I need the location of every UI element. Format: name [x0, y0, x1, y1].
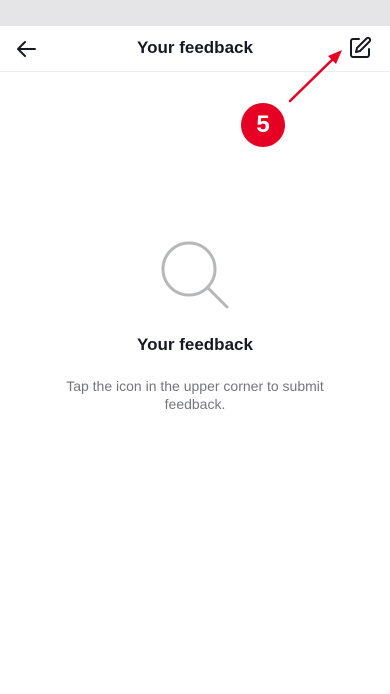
- empty-state: Your feedback Tap the icon in the upper …: [0, 235, 390, 413]
- status-bar: [0, 0, 390, 26]
- annotation-step-badge: 5: [241, 103, 285, 147]
- submit-feedback-button[interactable]: [346, 34, 374, 62]
- empty-state-description: Tap the icon in the upper corner to subm…: [66, 378, 324, 412]
- search-icon: [161, 241, 229, 309]
- edit-icon: [350, 36, 372, 58]
- page-title: Your feedback: [137, 38, 253, 57]
- top-nav-bar: Your feedback: [0, 26, 390, 72]
- empty-state-title: Your feedback: [137, 335, 253, 354]
